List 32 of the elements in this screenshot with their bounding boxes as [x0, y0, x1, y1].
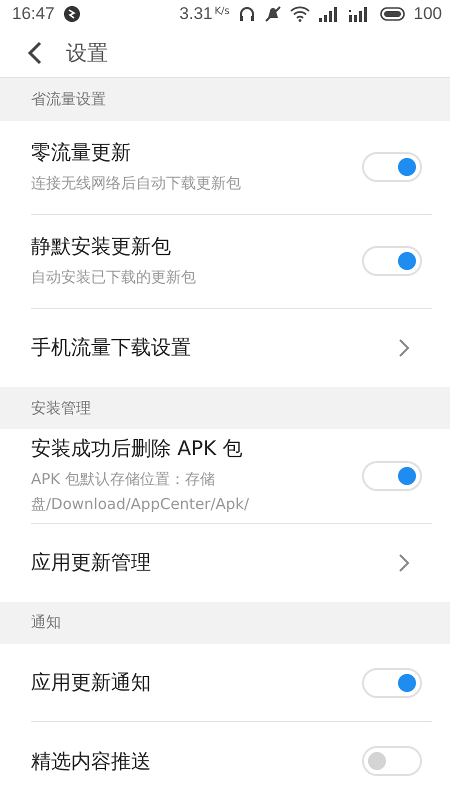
setting-title: 应用更新管理	[31, 549, 152, 576]
toggle-switch[interactable]	[362, 152, 422, 182]
wifi-icon	[290, 6, 310, 22]
toggle-switch[interactable]	[362, 746, 422, 776]
setting-title: 安装成功后删除 APK 包	[31, 434, 244, 462]
setting-title: 精选内容推送	[31, 748, 152, 774]
battery-icon	[380, 6, 406, 22]
signal-icon	[318, 6, 340, 22]
bell-off-icon	[264, 5, 282, 24]
setting-description: APK 包默认存储位置：存储盘/Download/AppCenter/Apk/	[31, 468, 250, 515]
section-title: 安装管理	[31, 398, 91, 418]
setting-title: 静默安装更新包	[31, 232, 172, 260]
setting-description: 自动安装已下载的更新包	[31, 266, 197, 288]
battery-level: 100	[414, 4, 442, 24]
back-button[interactable]	[26, 40, 44, 66]
page-title: 设置	[66, 40, 108, 67]
chevron-right-icon[interactable]	[398, 338, 410, 358]
status-time: 16:47	[12, 4, 55, 24]
chevron-right-icon[interactable]	[398, 552, 410, 573]
toggle-switch[interactable]	[362, 668, 422, 698]
setting-description: 连接无线网络后自动下载更新包	[31, 172, 242, 194]
speed-unit: K/s	[214, 6, 230, 17]
toggle-switch[interactable]	[362, 460, 422, 491]
network-speed: 3.31	[179, 4, 212, 24]
setting-title: 应用更新通知	[31, 669, 152, 696]
section-title: 省流量设置	[31, 90, 106, 110]
notification-icon	[62, 5, 81, 24]
section-title: 通知	[31, 613, 61, 632]
headphones-icon	[238, 5, 256, 24]
setting-title: 零流量更新	[31, 138, 132, 166]
toggle-switch[interactable]	[362, 246, 422, 276]
setting-title: 手机流量下载设置	[31, 334, 192, 362]
